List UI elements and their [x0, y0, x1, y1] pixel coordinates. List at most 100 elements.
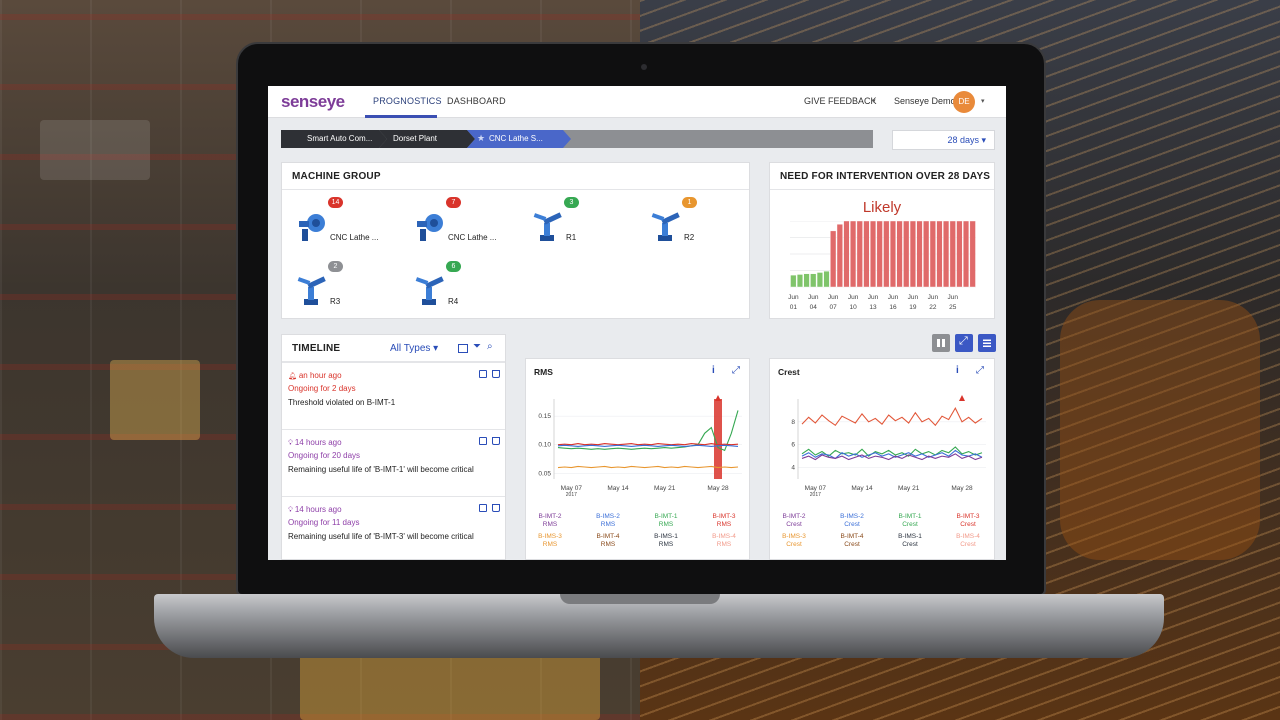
- list-view-button[interactable]: [978, 334, 996, 352]
- legend-item[interactable]: B-IMS-4 RMS: [696, 533, 752, 549]
- series-line[interactable]: [557, 465, 739, 469]
- export-icon[interactable]: [458, 344, 468, 353]
- card-divider: [282, 189, 749, 190]
- x-tick-label: May 28: [707, 485, 729, 492]
- legend-item[interactable]: B-IMT-2 Crest: [766, 513, 822, 529]
- intervention-bar[interactable]: [923, 221, 930, 288]
- legend-sub: Crest: [844, 541, 860, 548]
- bookmark-icon[interactable]: [492, 504, 500, 512]
- intervention-bar[interactable]: [816, 272, 823, 288]
- background-light: [40, 120, 150, 180]
- intervention-bar[interactable]: [823, 270, 830, 288]
- machine-tile[interactable]: 3 R1: [524, 197, 634, 257]
- checkbox-icon[interactable]: [479, 437, 487, 445]
- intervention-bar[interactable]: [903, 221, 910, 288]
- filter-icon[interactable]: ⏷: [473, 341, 481, 352]
- timeline-card: TIMELINE All Types ▾ ⏷ ⌕ 🔔︎ an hour ago O…: [281, 334, 506, 560]
- intervention-bar[interactable]: [883, 221, 890, 288]
- intervention-bar[interactable]: [896, 221, 903, 288]
- breadcrumb-item-company[interactable]: Smart Auto Com...: [281, 130, 387, 148]
- checkbox-icon[interactable]: [479, 370, 487, 378]
- nav-prognostics[interactable]: PROGNOSTICS: [373, 96, 442, 106]
- intervention-bar[interactable]: [943, 221, 950, 288]
- event-marker[interactable]: [959, 395, 965, 401]
- intervention-bar[interactable]: [889, 221, 896, 288]
- legend-item[interactable]: B-IMS-2 RMS: [580, 513, 636, 529]
- bookmark-icon[interactable]: [492, 370, 500, 378]
- legend-name: B-IMT-2: [538, 513, 562, 520]
- timeline-entry[interactable]: 💡︎ 14 hours ago Ongoing for 20 days Remain…: [282, 429, 505, 495]
- rms-line-chart: 0.15 0.10 0.05 May 072017 May 14 May 21 May 28: [538, 395, 742, 497]
- info-icon[interactable]: i: [712, 365, 715, 376]
- intervention-status: Likely: [862, 199, 902, 216]
- legend-name: B-IMS-1: [654, 533, 678, 540]
- intervention-bar[interactable]: [909, 221, 916, 288]
- type-filter[interactable]: All Types ▾: [390, 343, 438, 354]
- intervention-bar[interactable]: [856, 221, 863, 288]
- machine-tile[interactable]: 14 CNC Lathe ...: [288, 197, 398, 257]
- intervention-bar[interactable]: [949, 221, 956, 288]
- timeline-entry[interactable]: 💡︎ 14 hours ago Ongoing for 11 days Remain…: [282, 496, 505, 560]
- intervention-bar[interactable]: [843, 221, 850, 288]
- machine-tile[interactable]: 7 CNC Lathe ...: [406, 197, 516, 257]
- give-feedback-menu[interactable]: GIVE FEEDBACK: [804, 96, 877, 106]
- legend-item[interactable]: B-IMS-2 Crest: [824, 513, 880, 529]
- legend-item[interactable]: B-IMS-1 RMS: [638, 533, 694, 549]
- legend-item[interactable]: B-IMT-2 RMS: [522, 513, 578, 529]
- intervention-bar[interactable]: [916, 221, 923, 288]
- crest-chart-card: Crest i ⤢ 8 6 4 May 07 2017 May 14 May 21 May 2…: [769, 358, 995, 560]
- legend-item[interactable]: B-IMT-1 Crest: [882, 513, 938, 529]
- machine-tile[interactable]: 6 R4: [406, 261, 516, 321]
- nav-dashboard[interactable]: DASHBOARD: [447, 96, 506, 106]
- intervention-bar[interactable]: [936, 221, 943, 288]
- machine-label: R3: [330, 297, 341, 306]
- machine-tile[interactable]: 2 R3: [288, 261, 398, 321]
- legend-item[interactable]: B-IMT-4 RMS: [580, 533, 636, 549]
- fullscreen-icon[interactable]: ⤢: [976, 365, 984, 376]
- fullscreen-icon[interactable]: ⤢: [732, 365, 740, 376]
- intervention-bar[interactable]: [803, 273, 810, 288]
- timeline-entry[interactable]: 🔔︎ an hour ago Ongoing for 2 days Threshol…: [282, 362, 505, 428]
- checkbox-icon[interactable]: [479, 504, 487, 512]
- intervention-bar[interactable]: [870, 221, 877, 288]
- event-marker[interactable]: [715, 395, 721, 401]
- intervention-bar[interactable]: [810, 273, 817, 288]
- legend-item[interactable]: B-IMS-1 Crest: [882, 533, 938, 549]
- avatar[interactable]: DE: [953, 91, 975, 113]
- legend-item[interactable]: B-IMT-3 Crest: [940, 513, 996, 529]
- robot-arm-icon: [651, 212, 680, 241]
- intervention-bar[interactable]: [863, 221, 870, 288]
- bookmark-icon[interactable]: [492, 437, 500, 445]
- intervention-bar[interactable]: [876, 221, 883, 288]
- intervention-bar[interactable]: [929, 221, 936, 288]
- period-select[interactable]: 28 days ▾: [892, 130, 995, 150]
- series-line[interactable]: [557, 444, 739, 447]
- expand-view-button[interactable]: ⤢: [955, 334, 973, 352]
- intervention-bar[interactable]: [836, 224, 843, 288]
- grid-view-button[interactable]: [932, 334, 950, 352]
- intervention-bar[interactable]: [969, 221, 976, 288]
- user-name[interactable]: Senseye Demo: [894, 96, 956, 106]
- legend-item[interactable]: B-IMT-3 RMS: [696, 513, 752, 529]
- info-icon[interactable]: i: [956, 365, 959, 376]
- machine-tile[interactable]: 1 R2: [642, 197, 752, 257]
- legend-item[interactable]: B-IMT-4 Crest: [824, 533, 880, 549]
- legend-item[interactable]: B-IMS-3 RMS: [522, 533, 578, 549]
- senseye-logo[interactable]: senseye: [281, 92, 345, 112]
- legend-name: B-IMT-3: [712, 513, 736, 520]
- intervention-bar[interactable]: [956, 221, 963, 288]
- series-line[interactable]: [801, 406, 983, 427]
- search-icon[interactable]: ⌕: [487, 341, 493, 352]
- y-tick-label: 6: [791, 442, 795, 449]
- intervention-bar[interactable]: [850, 221, 857, 288]
- intervention-bar[interactable]: [790, 274, 797, 288]
- legend-item[interactable]: B-IMS-4 Crest: [940, 533, 996, 549]
- y-tick-label: 0.10: [538, 442, 551, 449]
- x-tick-label: May 28: [951, 485, 973, 492]
- intervention-bar[interactable]: [796, 274, 803, 288]
- legend-item[interactable]: B-IMS-3 Crest: [766, 533, 822, 549]
- intervention-bar[interactable]: [830, 230, 837, 288]
- intervention-bar[interactable]: [963, 221, 970, 288]
- breadcrumb-item-plant[interactable]: Dorset Plant: [379, 130, 475, 148]
- legend-item[interactable]: B-IMT-1 RMS: [638, 513, 694, 529]
